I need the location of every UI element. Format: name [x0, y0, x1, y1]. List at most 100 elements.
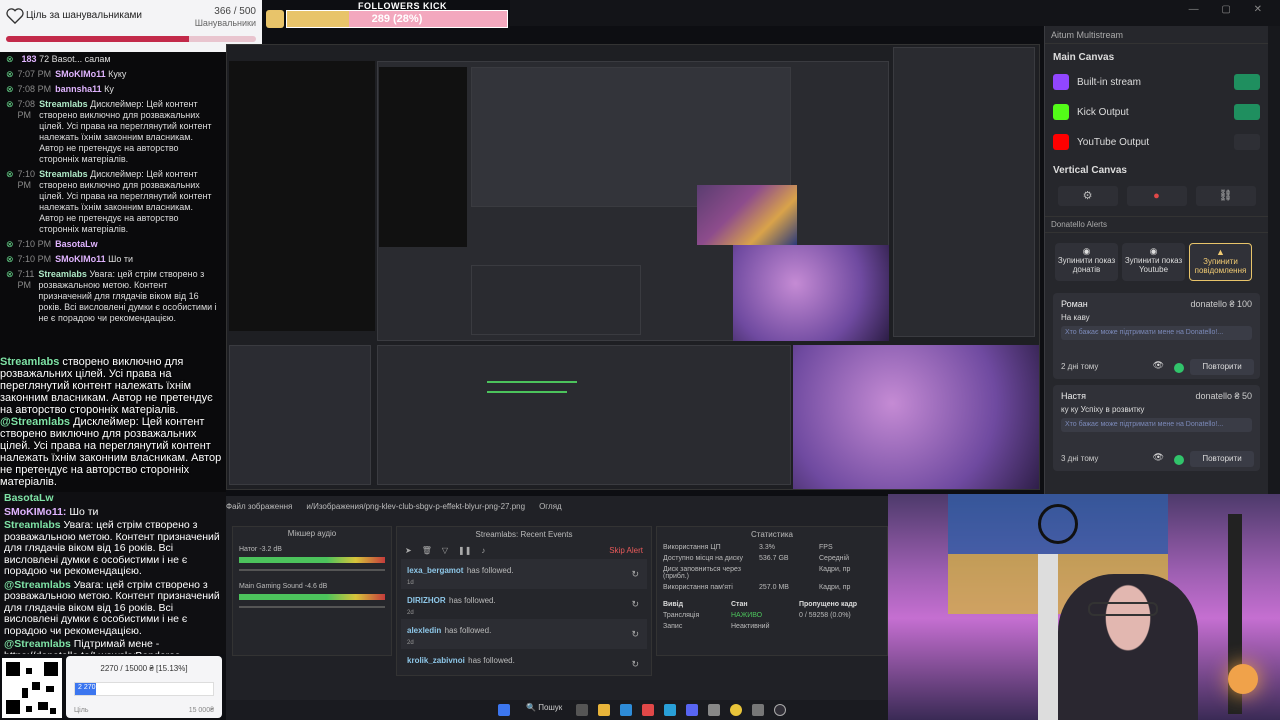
event-line: lexa_bergamot has followed.	[407, 562, 641, 576]
nested-dark-panel	[379, 67, 467, 247]
stat-key: Використання пам'яті	[663, 584, 733, 591]
chat-lower-user[interactable]: BasotaLw	[4, 492, 54, 504]
volume-icon[interactable]: ♪	[481, 546, 485, 555]
channel-db: -3.2 dB	[259, 546, 282, 553]
obs-tab[interactable]: и/Изображения/png-klev-club-sbgv-p-effek…	[306, 502, 525, 511]
event-row: krolik_zabivnoi has followed. ↻	[401, 649, 647, 679]
gear-icon[interactable]: ⚙	[1057, 186, 1118, 206]
chat-text: Шо ти	[108, 254, 134, 264]
goal-count: 366 / 500	[214, 6, 256, 17]
event-text: has followed.	[466, 566, 514, 575]
app-icon-2[interactable]	[708, 704, 720, 716]
donation-placeholder: Хто бажає може підтримати мене на Donate…	[1061, 326, 1252, 340]
output-toggle[interactable]	[1234, 74, 1260, 90]
app-icon[interactable]	[642, 704, 654, 716]
replay-icon[interactable]: ↻	[631, 569, 639, 580]
volume-slider[interactable]	[239, 606, 385, 608]
repeat-button[interactable]: Повторити	[1190, 359, 1254, 375]
chat-user[interactable]: Streamlabs	[39, 99, 88, 109]
donation-time: 2 дні тому	[1061, 362, 1099, 371]
qr-module	[50, 708, 56, 714]
record-icon[interactable]: ●	[1126, 186, 1187, 206]
output-name: Built-in stream	[1077, 76, 1141, 88]
chat-lower-user[interactable]: @Streamlabs	[4, 579, 71, 591]
event-user[interactable]: alexledin	[407, 626, 441, 635]
webcam-feed	[888, 494, 1280, 720]
donation-card: Роман donatello ₴ 100 На каву Хто бажає мож…	[1053, 293, 1260, 379]
chat-user[interactable]: Streamlabs	[39, 169, 88, 179]
follow-heart-icon	[266, 10, 284, 28]
edge-icon[interactable]	[620, 704, 632, 716]
donatello-toggle-button[interactable]: ◉ Зупинити показ Youtube	[1122, 243, 1185, 281]
follower-goal-widget: Ціль за шанувальниками 366 / 500 Шанувал…	[0, 0, 262, 52]
stat-value	[759, 566, 819, 580]
replay-icon[interactable]: ↻	[631, 599, 639, 610]
replay-icon[interactable]: ↻	[631, 629, 639, 640]
stat-value: 536.7 GB	[759, 555, 789, 562]
trash-icon[interactable]: 🗑	[422, 546, 432, 555]
stat-key-2: FPS	[819, 544, 833, 551]
event-user[interactable]: DIRIZHOR	[407, 596, 446, 605]
audio-mixer: Мікшер аудіо Натог -3.2 dB Main Gaming So…	[232, 526, 392, 656]
chat-message: ⊗ 7:11 PM Streamlabs Увага: цей стрім ство…	[0, 267, 226, 326]
volume-slider[interactable]	[239, 569, 385, 571]
chair	[1038, 554, 1058, 720]
discord-icon[interactable]	[686, 704, 698, 716]
skip-alert-button[interactable]: Skip Alert	[609, 546, 643, 555]
event-row: DIRIZHOR has followed. 2d ↻	[401, 589, 647, 619]
taskbar-search[interactable]: 🔍 Пошук	[526, 703, 562, 712]
replay-icon[interactable]: ↻	[631, 659, 639, 670]
filter-icon[interactable]: ▽	[442, 546, 448, 555]
donation-goal-value: 2 270	[78, 684, 96, 691]
event-text: has followed.	[444, 626, 492, 635]
settings-icon[interactable]	[752, 704, 764, 716]
chat-user[interactable]: 183	[22, 54, 37, 64]
channel-name: Натог	[239, 546, 258, 553]
file-explorer-icon[interactable]	[598, 704, 610, 716]
qr-module	[46, 686, 54, 692]
event-user[interactable]: krolik_zabivnoi	[407, 656, 465, 665]
repeat-button[interactable]: Повторити	[1190, 451, 1254, 467]
output-cell: Запис	[663, 623, 683, 630]
vu-meter	[239, 594, 385, 600]
task-view-icon[interactable]	[576, 704, 588, 716]
send-icon[interactable]: ➤	[405, 546, 412, 555]
donatello-buttons: ◉ Зупинити показ донатів ◉ Зупинити показ Y…	[1045, 233, 1268, 287]
chat-user[interactable]: SMoKIMo11	[55, 69, 106, 79]
event-user[interactable]: lexa_bergamot	[407, 566, 463, 575]
output-toggle[interactable]	[1234, 104, 1260, 120]
pause-icon[interactable]: ❚❚	[458, 546, 471, 555]
chat-lower-text: Шо ти	[69, 505, 99, 518]
main-canvas-title: Main Canvas	[1053, 52, 1115, 63]
chat-user[interactable]: bannsha11	[55, 84, 102, 94]
stat-key: Використання ЦП	[663, 544, 721, 551]
donatello-toggle-button[interactable]: ◉ Зупинити показ донатів	[1055, 243, 1118, 281]
chat-user[interactable]: Streamlabs	[38, 269, 87, 279]
eye-icon[interactable]: 👁	[1153, 360, 1164, 371]
obs-icon[interactable]	[774, 704, 786, 716]
chat-text: 72 Basot... салам	[39, 54, 111, 64]
badge-icon: ⊗	[6, 69, 14, 79]
check-icon[interactable]	[1174, 455, 1184, 465]
output-toggle[interactable]	[1234, 134, 1260, 150]
eye-icon[interactable]: 👁	[1153, 452, 1164, 463]
window-controls[interactable]: — ▢ ✕	[1189, 4, 1272, 15]
button-label: Зупинити показ Youtube	[1124, 256, 1183, 274]
check-icon[interactable]	[1174, 363, 1184, 373]
chat-message: ⊗ 7:10 PM SMoKIMo11 Шо ти	[0, 252, 226, 267]
scrollbar[interactable]	[1268, 26, 1280, 494]
qr-module	[38, 702, 48, 710]
chat-lower-user[interactable]: SMoKIMo11:	[4, 506, 66, 518]
chat-user[interactable]: SMoKIMo11	[55, 254, 106, 264]
link-icon[interactable]: ⛓	[1195, 186, 1256, 206]
chat-lower-user[interactable]: @Streamlabs	[4, 638, 71, 650]
windows-start-icon[interactable]	[498, 704, 510, 716]
telegram-icon[interactable]	[664, 704, 676, 716]
obs-tab[interactable]: Огляд	[539, 502, 562, 511]
platform-icon	[1053, 104, 1069, 120]
donatello-toggle-button[interactable]: ▲ Зупинити повідомлення	[1189, 243, 1252, 281]
chat-user[interactable]: BasotaLw	[55, 239, 98, 249]
obs-tab[interactable]: Файл зображення	[226, 502, 292, 511]
chat-lower-user[interactable]: Streamlabs	[4, 519, 61, 531]
chrome-icon[interactable]	[730, 704, 742, 716]
